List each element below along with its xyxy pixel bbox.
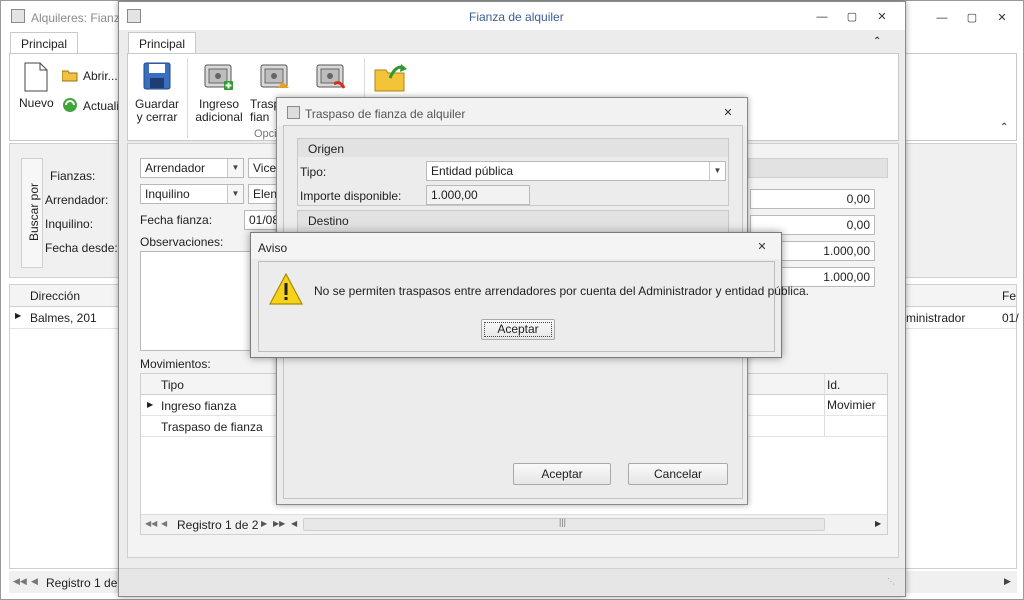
- bg-nav-prev-icon[interactable]: ◀: [31, 576, 38, 587]
- traspaso-accept-button[interactable]: Aceptar: [513, 463, 611, 485]
- scroll-grip-icon: |||: [559, 517, 567, 527]
- fianza-close-button[interactable]: ✕: [871, 9, 893, 25]
- tipo-combo[interactable]: Entidad pública ▼: [426, 161, 726, 181]
- observaciones-label: Observaciones:: [140, 235, 224, 249]
- fianza-minimize-button[interactable]: —: [811, 9, 833, 25]
- bg-nav-text: Registro 1 de 1: [46, 576, 128, 590]
- fianza-app-icon: [127, 9, 141, 23]
- fecha-fianza-label: Fecha fianza:: [140, 213, 213, 227]
- search-group-vertical-label: Buscar por: [21, 158, 43, 268]
- bg-nav-first-icon[interactable]: ◀◀: [13, 576, 27, 587]
- traspaso-cancel-button[interactable]: Cancelar: [628, 463, 728, 485]
- safe-transfer-icon: [260, 64, 289, 88]
- bg-tab-principal[interactable]: Principal: [10, 32, 79, 54]
- search-label-inquilino: Inquilino:: [45, 217, 94, 231]
- fianza-window-title: Fianza de alquiler: [469, 10, 564, 24]
- bg-scroll-right-icon[interactable]: ▶: [1004, 576, 1011, 587]
- bg-ribbon-collapse-icon[interactable]: ⌃: [1000, 122, 1008, 133]
- open-folder-icon: [62, 70, 78, 82]
- refresh-icon: [63, 98, 77, 112]
- save-close-button-label[interactable]: Guardar y cerrar: [130, 98, 184, 124]
- origen-header: Origen: [298, 139, 728, 157]
- new-document-icon: [24, 62, 48, 92]
- role2-combo[interactable]: Inquilino ▼: [140, 184, 244, 204]
- row-indicator-icon: ▶: [147, 400, 154, 409]
- origen-group: Origen Tipo: Entidad pública ▼ Importe d…: [297, 138, 729, 206]
- traspaso-app-icon: [287, 106, 300, 119]
- cell-right-date: 01/: [1002, 311, 1019, 325]
- traspaso-titlebar: Traspaso de fianza de alquiler ✕: [277, 98, 747, 126]
- row-indicator-icon: ▶: [15, 311, 22, 320]
- ribbon-group-label: Opci: [254, 128, 277, 140]
- aviso-title: Aviso: [258, 241, 288, 255]
- resize-grip-icon[interactable]: ⋱: [887, 577, 895, 586]
- fianza-maximize-button[interactable]: ▢: [841, 9, 863, 25]
- aviso-close-button[interactable]: ✕: [751, 239, 773, 255]
- fianza-ribbon-collapse-icon[interactable]: ⌃: [873, 36, 881, 47]
- cell-tipo: Ingreso fianza: [161, 399, 237, 413]
- horizontal-scrollbar[interactable]: |||: [303, 517, 825, 531]
- traspaso-close-button[interactable]: ✕: [717, 105, 739, 121]
- ingreso-adicional-button-label[interactable]: Ingreso adicional: [192, 98, 246, 124]
- aviso-accept-button[interactable]: Aceptar: [481, 319, 555, 340]
- app-icon: [11, 9, 25, 23]
- chevron-down-icon[interactable]: ▼: [709, 162, 725, 180]
- nav-next-icon[interactable]: ▶: [261, 519, 267, 528]
- movimientos-navigator: ◀◀ ◀ Registro 1 de 2 ▶ ▶▶ ◀ ||| ▶: [141, 514, 887, 534]
- col-direccion[interactable]: Dirección: [30, 286, 80, 306]
- bg-close-button[interactable]: ✕: [991, 10, 1013, 26]
- fianza-tab-principal[interactable]: Principal: [128, 32, 197, 54]
- role1-combo[interactable]: Arrendador ▼: [140, 158, 244, 178]
- cell-direccion: Balmes, 201: [30, 311, 97, 325]
- movimientos-label: Movimientos:: [140, 357, 211, 371]
- bg-maximize-button[interactable]: ▢: [961, 10, 983, 26]
- aviso-body: No se permiten traspasos entre arrendado…: [258, 261, 809, 352]
- new-button-label[interactable]: Nuevo: [19, 96, 54, 110]
- col-fe[interactable]: Fe: [1002, 286, 1016, 306]
- cell-tipo: Traspaso de fianza: [161, 420, 263, 434]
- scroll-left-icon[interactable]: ◀: [291, 519, 297, 528]
- col-tipo[interactable]: Tipo: [161, 375, 184, 395]
- aviso-titlebar: Aviso ✕: [251, 233, 781, 259]
- search-label-fecha-desde: Fecha desde:: [45, 241, 118, 255]
- scroll-right-icon[interactable]: ▶: [875, 519, 881, 528]
- bg-minimize-button[interactable]: —: [931, 10, 953, 26]
- aviso-message: No se permiten traspasos entre arrendado…: [314, 284, 809, 298]
- tipo-label: Tipo:: [300, 165, 327, 179]
- fianza-titlebar: Fianza de alquiler — ▢ ✕: [119, 2, 905, 30]
- importe-disponible-label: Importe disponible:: [300, 189, 402, 203]
- safe-add-icon: [204, 64, 233, 90]
- amounts-header: [748, 158, 888, 178]
- warning-icon: [269, 273, 303, 305]
- open-folder-green-arrow-icon: [374, 64, 407, 92]
- amount-field-1[interactable]: 0,00: [750, 189, 875, 209]
- nav-last-icon[interactable]: ▶▶: [273, 519, 285, 528]
- save-icon: [143, 62, 171, 90]
- chevron-down-icon[interactable]: ▼: [227, 185, 243, 203]
- fianza-statusbar: ⋱: [119, 568, 905, 596]
- nav-text: Registro 1 de 2: [177, 518, 259, 532]
- search-label-fianzas: Fianzas:: [50, 169, 96, 183]
- safe-remove-icon: [316, 64, 346, 89]
- cell-right-text: ministrador: [906, 311, 966, 325]
- open-button-label[interactable]: Abrir...: [83, 69, 118, 83]
- search-label-arrendador: Arrendador:: [45, 193, 109, 207]
- importe-disponible-field: 1.000,00: [426, 185, 530, 205]
- ribbon-separator: [187, 58, 188, 138]
- traspaso-title: Traspaso de fianza de alquiler: [305, 107, 466, 121]
- nav-first-icon[interactable]: ◀◀: [145, 519, 157, 528]
- chevron-down-icon[interactable]: ▼: [227, 159, 243, 177]
- nav-prev-icon[interactable]: ◀: [161, 519, 167, 528]
- destino-header: Destino: [298, 211, 728, 229]
- aviso-dialog: Aviso ✕ No se permiten traspasos entre a…: [250, 232, 809, 358]
